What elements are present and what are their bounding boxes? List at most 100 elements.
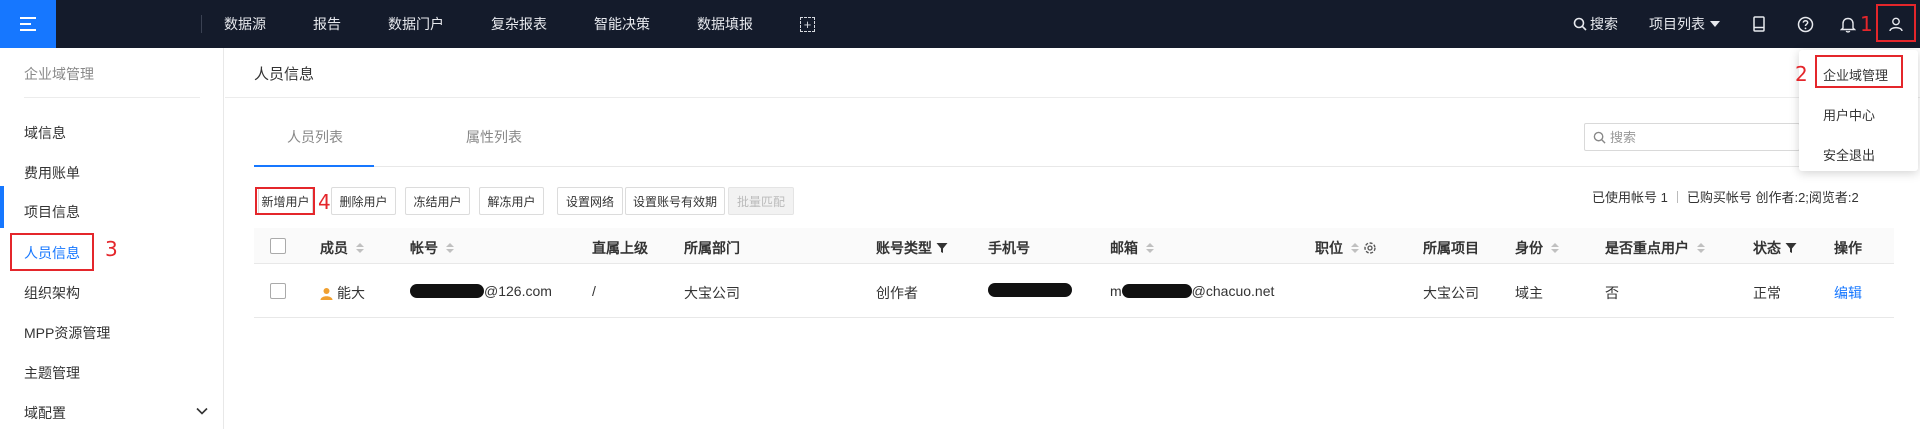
sort-icon[interactable]	[1551, 243, 1559, 253]
nav-report[interactable]: 报告	[313, 14, 341, 34]
main-nav: 数据源 报告 数据门户 复杂报表 智能决策 数据填报 +	[224, 0, 815, 48]
sort-icon[interactable]	[1351, 243, 1359, 253]
top-navigation-bar: 数据源 报告 数据门户 复杂报表 智能决策 数据填报 + 搜索 项目列表	[0, 0, 1920, 48]
column-position[interactable]: 职位	[1315, 238, 1377, 258]
cell-department: 大宝公司	[684, 285, 740, 301]
select-all-checkbox[interactable]	[270, 238, 286, 254]
page-header: 人员信息	[225, 48, 1920, 98]
notification-button[interactable]	[1837, 0, 1859, 48]
caret-down-icon	[1710, 21, 1720, 27]
nav-complex-report[interactable]: 复杂报表	[491, 14, 547, 34]
freeze-user-button[interactable]: 冻结用户	[405, 187, 470, 215]
annotation-box	[1876, 4, 1916, 42]
personnel-search[interactable]	[1584, 123, 1800, 151]
filter-icon[interactable]	[1785, 242, 1797, 254]
sidebar-item-billing[interactable]: 费用账单	[24, 163, 80, 183]
sidebar-item-domain-config[interactable]: 域配置	[24, 403, 66, 423]
column-member[interactable]: 成员	[320, 238, 364, 258]
annotation-box	[255, 187, 315, 215]
bookmark-icon	[1753, 16, 1765, 32]
cell-project: 大宝公司	[1423, 285, 1479, 301]
column-key-user[interactable]: 是否重点用户	[1605, 238, 1705, 258]
bell-icon	[1840, 17, 1856, 33]
redacted-phone	[988, 283, 1072, 297]
cell-status: 正常	[1753, 285, 1781, 301]
row-checkbox[interactable]	[270, 283, 286, 299]
chevron-down-icon[interactable]	[196, 407, 208, 415]
sidebar-item-theme[interactable]: 主题管理	[24, 363, 80, 383]
user-icon	[320, 287, 333, 300]
column-actions: 操作	[1834, 240, 1862, 256]
redacted-account	[410, 284, 484, 298]
project-list-label: 项目列表	[1649, 16, 1705, 32]
column-account[interactable]: 帐号	[410, 238, 454, 258]
column-status[interactable]: 状态	[1753, 238, 1797, 258]
edit-link[interactable]: 编辑	[1834, 283, 1862, 303]
sidebar-item-domain-info[interactable]: 域信息	[24, 123, 66, 143]
column-account-type[interactable]: 账号类型	[876, 238, 948, 258]
global-search-button[interactable]: 搜索	[1573, 0, 1618, 48]
cell-key-user: 否	[1605, 285, 1619, 301]
tab-attribute-list[interactable]: 属性列表	[466, 127, 522, 147]
active-tab-indicator	[254, 165, 374, 167]
sidebar-item-org-structure[interactable]: 组织架构	[24, 283, 80, 303]
nav-data-source[interactable]: 数据源	[224, 14, 266, 34]
bookmark-button[interactable]	[1748, 0, 1770, 48]
redacted-email	[1121, 284, 1192, 298]
cell-supervisor: /	[592, 283, 596, 299]
nav-data-portal[interactable]: 数据门户	[388, 14, 444, 34]
cell-account-type: 创作者	[876, 285, 918, 301]
annotation-number: 2	[1795, 62, 1808, 86]
account-usage: 已使用帐号 1 已购买帐号 创作者:2;阅览者:2	[1592, 187, 1859, 206]
sort-icon[interactable]	[446, 243, 454, 253]
column-identity[interactable]: 身份	[1515, 238, 1559, 258]
page-title: 人员信息	[254, 66, 315, 83]
sidebar-title: 企业域管理	[24, 66, 94, 82]
usage-divider	[1676, 191, 1678, 203]
settings-icon[interactable]	[1363, 241, 1377, 255]
search-icon	[1593, 131, 1606, 144]
menu-item-logout[interactable]: 安全退出	[1823, 145, 1875, 164]
cell-phone	[988, 283, 1072, 297]
sidebar-active-indicator	[0, 186, 4, 228]
cell-account: @126.com	[410, 283, 552, 299]
project-list-dropdown[interactable]: 项目列表	[1649, 0, 1720, 48]
annotation-number: 3	[105, 237, 118, 261]
column-email[interactable]: 邮箱	[1110, 238, 1154, 258]
cell-member: 能大	[320, 283, 365, 303]
sidebar-item-mpp-resources[interactable]: MPP资源管理	[24, 323, 110, 343]
help-button[interactable]	[1794, 0, 1816, 48]
sidebar-item-project-info[interactable]: 项目信息	[24, 202, 80, 222]
column-supervisor: 直属上级	[592, 240, 648, 256]
annotation-box	[1815, 55, 1903, 88]
column-phone: 手机号	[988, 240, 1030, 256]
sort-icon[interactable]	[1146, 243, 1154, 253]
menu-icon	[20, 17, 36, 31]
add-nav-icon[interactable]: +	[800, 16, 815, 32]
menu-item-user-center[interactable]: 用户中心	[1823, 105, 1875, 124]
annotation-number: 4	[318, 190, 331, 214]
nav-smart-decision[interactable]: 智能决策	[594, 14, 650, 34]
help-icon	[1797, 16, 1813, 32]
cell-email: m @chacuo.net	[1110, 283, 1275, 299]
filter-icon[interactable]	[936, 242, 948, 254]
sidebar-divider	[24, 97, 200, 98]
search-label: 搜索	[1590, 16, 1618, 32]
search-icon	[1573, 17, 1587, 31]
account-validity-button[interactable]: 设置账号有效期	[625, 187, 725, 215]
used-accounts: 已使用帐号 1	[1592, 190, 1668, 205]
tab-personnel-list[interactable]: 人员列表	[287, 127, 343, 147]
sort-icon[interactable]	[1697, 243, 1705, 253]
sort-icon[interactable]	[356, 243, 364, 253]
annotation-box	[10, 233, 94, 271]
delete-user-button[interactable]: 删除用户	[331, 187, 396, 215]
column-department: 所属部门	[684, 240, 740, 256]
network-settings-button[interactable]: 设置网络	[557, 187, 623, 215]
menu-toggle-button[interactable]	[0, 0, 56, 48]
search-input[interactable]	[1610, 129, 1790, 145]
nav-data-fill[interactable]: 数据填报	[697, 14, 753, 34]
cell-identity: 域主	[1515, 285, 1543, 301]
batch-match-button[interactable]: 批量匹配	[728, 187, 794, 215]
unfreeze-user-button[interactable]: 解冻用户	[479, 187, 544, 215]
topbar-divider	[201, 15, 202, 33]
